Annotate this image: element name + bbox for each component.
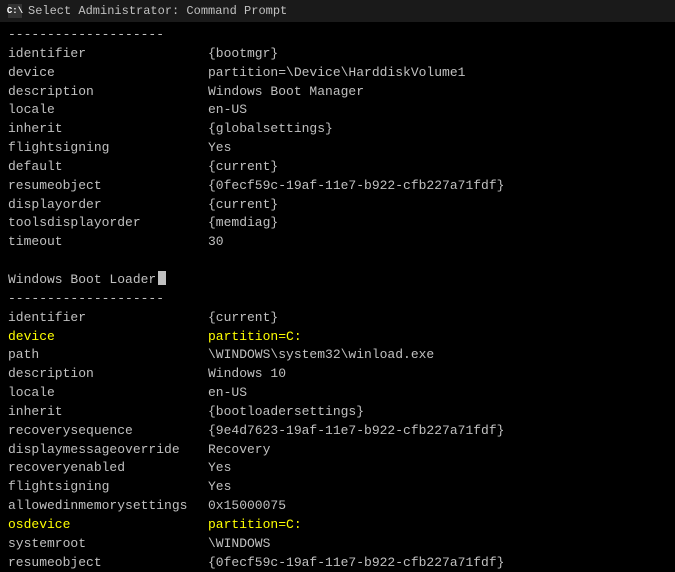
displayorder-row: displayorder {current} (8, 196, 667, 215)
title-bar: C:\ Select Administrator: Command Prompt (0, 0, 675, 22)
flightsigning-row-1: flightsigning Yes (8, 139, 667, 158)
device-row-2: device partition=C: (8, 328, 667, 347)
displaymessageoverride-row: displaymessageoverride Recovery (8, 441, 667, 460)
cmd-icon: C:\ (8, 4, 22, 18)
inherit-row-2: inherit {bootloadersettings} (8, 403, 667, 422)
section2-title: Windows Boot Loader (8, 271, 667, 290)
recoverysequence-row: recoverysequence {9e4d7623-19af-11e7-b92… (8, 422, 667, 441)
device-row-1: device partition=\Device\HarddiskVolume1 (8, 64, 667, 83)
default-row: default {current} (8, 158, 667, 177)
systemroot-row: systemroot \WINDOWS (8, 535, 667, 554)
flightsigning-row-2: flightsigning Yes (8, 478, 667, 497)
separator-line-2: -------------------- (8, 290, 667, 309)
separator-line-1: -------------------- (8, 26, 667, 45)
resumeobject-row-1: resumeobject {0fecf59c-19af-11e7-b922-cf… (8, 177, 667, 196)
locale-row-1: locale en-US (8, 101, 667, 120)
locale-row-2: locale en-US (8, 384, 667, 403)
osdevice-row: osdevice partition=C: (8, 516, 667, 535)
toolsdisplayorder-row: toolsdisplayorder {memdiag} (8, 214, 667, 233)
identifier-row-1: identifier {bootmgr} (8, 45, 667, 64)
empty-line-1 (8, 252, 667, 271)
recoveryenabled-row: recoveryenabled Yes (8, 459, 667, 478)
description-row-2: description Windows 10 (8, 365, 667, 384)
timeout-row: timeout 30 (8, 233, 667, 252)
title-bar-text: Select Administrator: Command Prompt (28, 4, 287, 18)
terminal: -------------------- identifier {bootmgr… (0, 22, 675, 572)
description-row-1: description Windows Boot Manager (8, 83, 667, 102)
resumeobject-row-2: resumeobject {0fecf59c-19af-11e7-b922-cf… (8, 554, 667, 572)
identifier-row-2: identifier {current} (8, 309, 667, 328)
path-row: path \WINDOWS\system32\winload.exe (8, 346, 667, 365)
inherit-row-1: inherit {globalsettings} (8, 120, 667, 139)
allowedinmemorysettings-row: allowedinmemorysettings 0x15000075 (8, 497, 667, 516)
